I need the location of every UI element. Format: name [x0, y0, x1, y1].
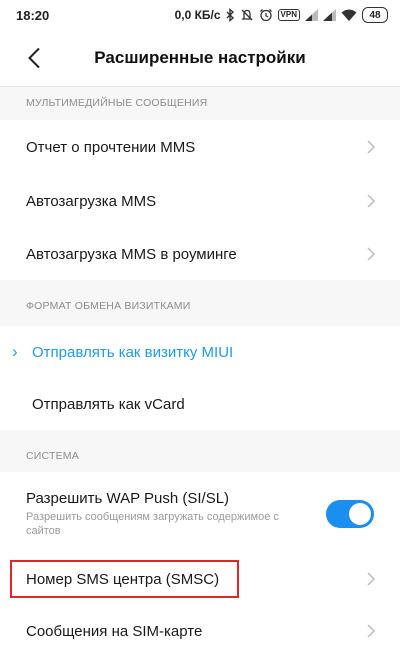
list-item-sim-messages[interactable]: Сообщения на SIM-карте — [0, 606, 400, 656]
wap-push-row[interactable]: Разрешить WAP Push (SI/SL) Разрешить соо… — [0, 472, 400, 556]
option-miui-card[interactable]: › Отправлять как визитку MIUI — [0, 326, 400, 378]
bluetooth-icon — [226, 8, 235, 22]
list-item-label: Отчет о прочтении MMS — [26, 138, 196, 156]
chevron-right-icon — [367, 624, 376, 638]
section-header-system: СИСТЕМА — [0, 430, 400, 472]
status-time: 18:20 — [16, 7, 50, 23]
list-item-label: Сообщения на SIM-карте — [26, 622, 203, 640]
signal-icon-1 — [305, 9, 318, 21]
option-vcard[interactable]: Отправлять как vCard — [0, 378, 400, 430]
vpn-icon: VPN — [277, 9, 300, 21]
section-header-vcard: ФОРМАТ ОБМЕНА ВИЗИТКАМИ — [0, 280, 400, 326]
signal-icon-2 — [323, 9, 336, 21]
list-item-mms-read-report[interactable]: Отчет о прочтении MMS — [0, 120, 400, 174]
section-header-mms: МУЛЬТИМЕДИЙНЫЕ СООБЩЕНИЯ — [0, 87, 400, 120]
alarm-icon — [259, 8, 273, 22]
chevron-right-icon — [367, 247, 376, 261]
list-item-label: Автозагрузка MMS в роуминге — [26, 245, 237, 263]
option-label: Отправлять как vCard — [32, 395, 185, 413]
list-item-mms-autoload[interactable]: Автозагрузка MMS — [0, 174, 400, 228]
wap-push-title: Разрешить WAP Push (SI/SL) — [26, 490, 230, 507]
highlight-box — [10, 560, 239, 598]
mute-icon — [240, 8, 254, 22]
wifi-icon — [341, 9, 357, 21]
wap-push-toggle[interactable] — [326, 500, 374, 528]
chevron-right-icon — [367, 140, 376, 154]
list-item-mms-roaming[interactable]: Автозагрузка MMS в роуминге — [0, 228, 400, 280]
option-label: Отправлять как визитку MIUI — [32, 343, 234, 361]
battery-icon: 48 — [362, 7, 388, 23]
list-item-label: Автозагрузка MMS — [26, 192, 157, 210]
header: Расширенные настройки — [0, 30, 400, 86]
wap-push-description: Разрешить сообщениям загружать содержимо… — [26, 511, 279, 537]
status-icons: 0,0 КБ/с VPN 48 — [175, 7, 388, 23]
chevron-right-icon — [367, 194, 376, 208]
toggle-knob — [349, 503, 371, 525]
page-title: Расширенные настройки — [94, 48, 306, 67]
status-bar: 18:20 0,0 КБ/с VPN 48 — [0, 0, 400, 30]
chevron-left-icon — [28, 47, 40, 69]
selected-check-icon: › — [12, 342, 18, 361]
network-speed: 0,0 КБ/с — [174, 8, 221, 22]
back-button[interactable] — [20, 44, 48, 72]
chevron-right-icon — [367, 572, 376, 586]
